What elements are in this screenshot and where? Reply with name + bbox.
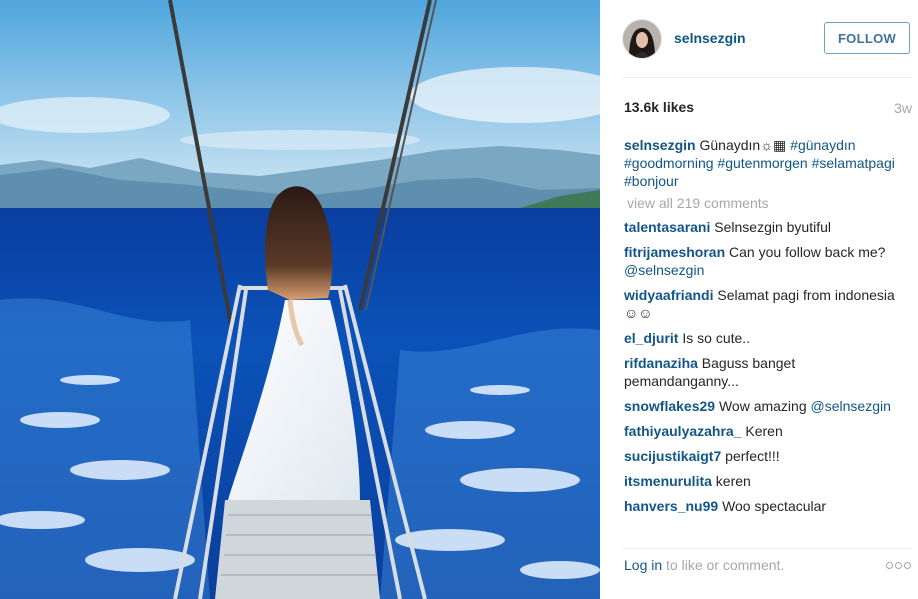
login-prompt-text: to like or comment. [662, 557, 785, 573]
comment-text: perfect!!! [725, 448, 780, 464]
hashtag-link[interactable]: #goodmorning [624, 155, 714, 171]
comment-item: hanvers_nu99 Woo spectacular [624, 497, 900, 515]
hashtag-link[interactable]: #selamatpagi [812, 155, 895, 171]
comment-item: itsmenurulita keren [624, 472, 900, 490]
login-prompt: Log in to like or comment. [624, 557, 784, 573]
login-link[interactable]: Log in [624, 557, 662, 573]
comment-item: talentasarani Selnsezgin byutiful [624, 218, 900, 236]
post-header: selnsezgin FOLLOW [622, 19, 912, 59]
comment-username[interactable]: hanvers_nu99 [624, 498, 718, 514]
comment-username[interactable]: rifdanaziha [624, 355, 698, 371]
more-dot [895, 562, 902, 569]
avatar[interactable] [622, 19, 662, 59]
comment-text: Wow amazing [718, 398, 807, 414]
comment-text: keren [715, 473, 751, 489]
more-dot [886, 562, 893, 569]
likes-row: 13.6k likes 3w [624, 99, 912, 117]
comment-text: Selnsezgin byutiful [714, 219, 832, 235]
comment-item: fitrijameshoran Can you follow back me? … [624, 243, 900, 279]
comment-text: Woo spectacular [722, 498, 827, 514]
comment-text: Can you follow back me? [729, 244, 886, 260]
comment-username[interactable]: widyaafriandi [624, 287, 713, 303]
avatar-image [623, 20, 661, 58]
comment-item: sucijustikaigt7 perfect!!! [624, 447, 900, 465]
comment-mention[interactable]: @selnsezgin [624, 262, 704, 278]
view-all-comments-link[interactable]: view all 219 comments [627, 194, 900, 212]
hashtag-link[interactable]: #bonjour [624, 173, 679, 189]
comment-text: Keren [745, 423, 783, 439]
likes-count[interactable]: 13.6k likes [624, 99, 694, 115]
sea-photo-image [0, 0, 600, 599]
comment-item: widyaafriandi Selamat pagi from indonesi… [624, 286, 900, 322]
comments-list[interactable]: selnsezgin Günaydın☼▦ #günaydın #goodmor… [624, 136, 900, 532]
comment-username[interactable]: itsmenurulita [624, 473, 712, 489]
comment-text: Is so cute.. [682, 330, 751, 346]
comment-item: fathiyaulyazahra_ Keren [624, 422, 900, 440]
follow-button[interactable]: FOLLOW [824, 22, 910, 54]
comment-username[interactable]: snowflakes29 [624, 398, 715, 414]
comment-username[interactable]: talentasarani [624, 219, 710, 235]
username-link[interactable]: selnsezgin [674, 30, 746, 46]
post-side-panel: selnsezgin FOLLOW 13.6k likes 3w selnsez… [600, 0, 918, 599]
comment-username[interactable]: fitrijameshoran [624, 244, 725, 260]
more-options-icon[interactable] [886, 562, 912, 570]
more-dot [904, 562, 911, 569]
comment-mention[interactable]: @selnsezgin [811, 398, 891, 414]
caption: selnsezgin Günaydın☼▦ #günaydın #goodmor… [624, 136, 900, 190]
caption-username[interactable]: selnsezgin [624, 137, 696, 153]
comment-username[interactable]: el_djurit [624, 330, 678, 346]
header-divider [622, 77, 912, 78]
post-time[interactable]: 3w [894, 100, 912, 116]
hashtag-link[interactable]: #günaydın [790, 137, 855, 153]
comment-item: snowflakes29 Wow amazing @selnsezgin [624, 397, 900, 415]
footer-divider [622, 548, 912, 549]
instagram-post-page: selnsezgin FOLLOW 13.6k likes 3w selnsez… [0, 0, 918, 599]
hashtag-link[interactable]: #gutenmorgen [717, 155, 807, 171]
comment-username[interactable]: fathiyaulyazahra_ [624, 423, 742, 439]
comment-username[interactable]: sucijustikaigt7 [624, 448, 721, 464]
post-footer: Log in to like or comment. [622, 548, 912, 580]
comment-item: el_djurit Is so cute.. [624, 329, 900, 347]
caption-text: Günaydın☼▦ [699, 137, 787, 153]
post-photo[interactable] [0, 0, 600, 599]
comment-item: rifdanaziha Baguss banget pemandanganny.… [624, 354, 900, 390]
